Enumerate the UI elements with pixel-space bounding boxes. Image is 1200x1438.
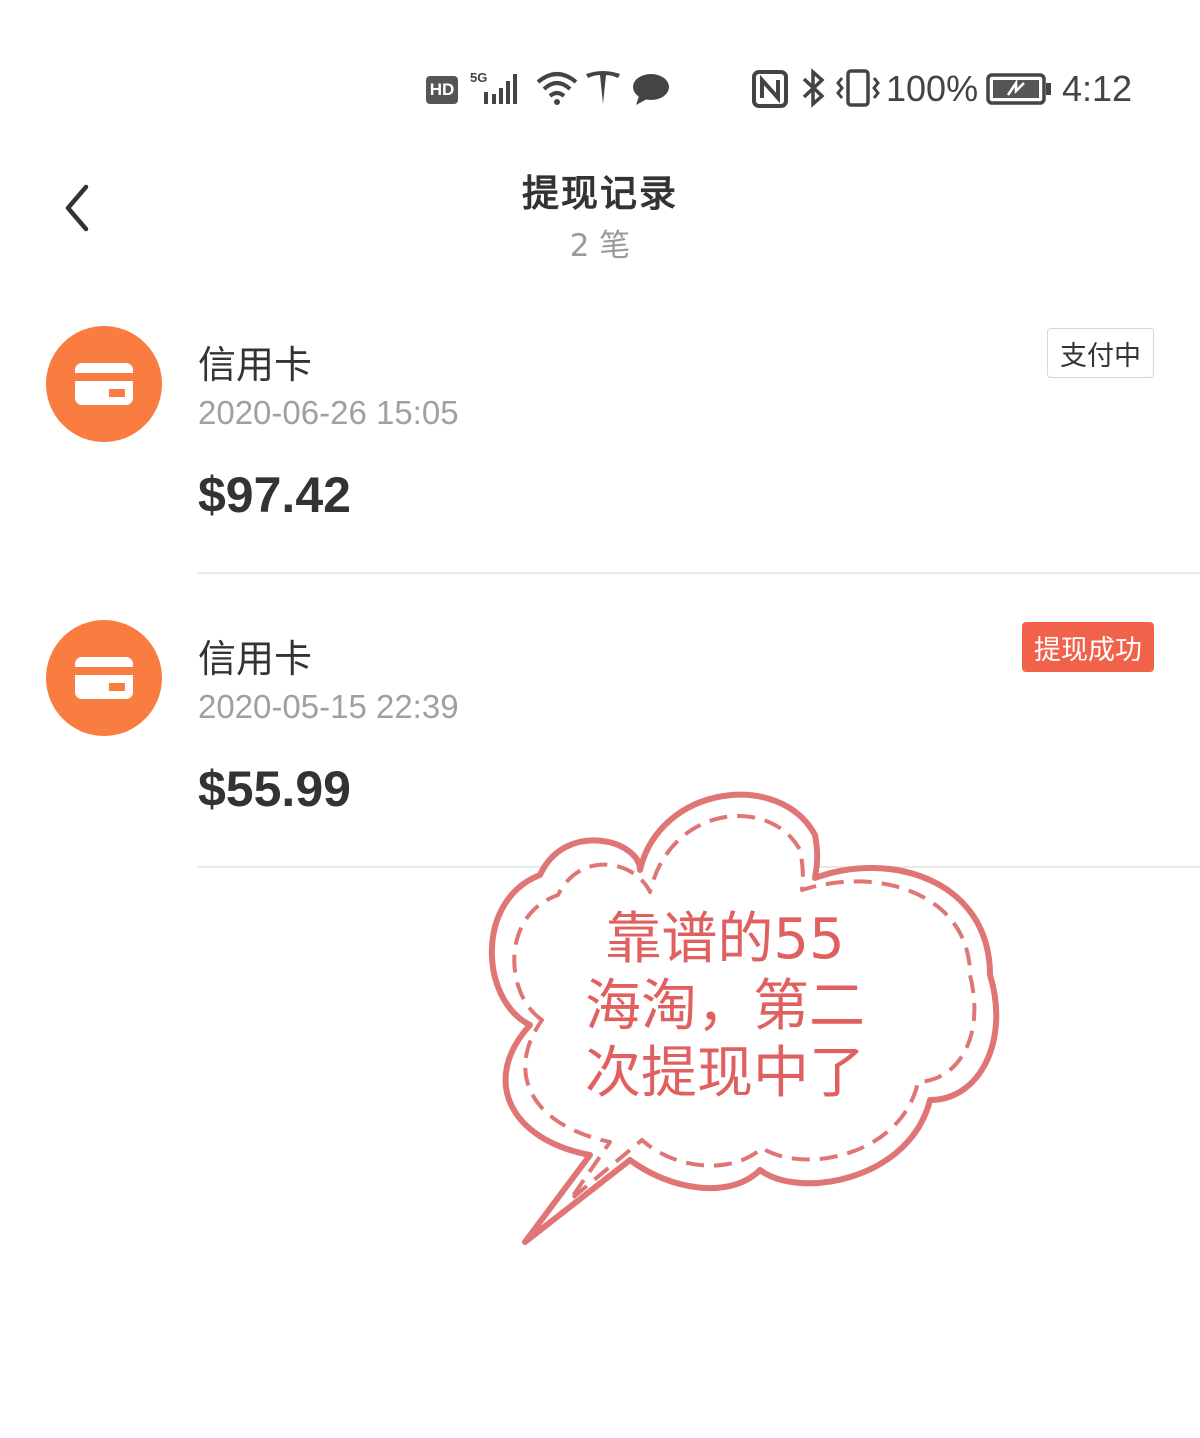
payment-method: 信用卡 [198, 343, 313, 387]
sticker-caption-line: 靠谱的55 [605, 907, 845, 972]
status-badge: 支付中 [1047, 328, 1154, 378]
status-badge: 提现成功 [1022, 622, 1154, 672]
sticker-caption: 靠谱的55 海淘，第二 次提现中了 [560, 906, 890, 1107]
signal-5g-icon: 5G [470, 70, 526, 106]
hd-icon: HD [426, 76, 458, 104]
record-amount: $97.42 [198, 467, 351, 523]
battery-charging-icon [986, 73, 1052, 105]
page-title: 提现记录 [522, 172, 678, 215]
withdrawal-record[interactable]: 信用卡 2020-06-26 15:05 $97.42 支付中 [0, 280, 1200, 574]
record-amount: $55.99 [198, 761, 351, 817]
vibrate-icon [834, 68, 882, 108]
record-count: 2 笔 [569, 228, 631, 264]
status-bar: HD 5G 100% 4:12 [0, 60, 1200, 120]
record-time: 2020-06-26 15:05 [198, 394, 459, 431]
bluetooth-icon [800, 68, 826, 108]
battery-percent: 100% [886, 68, 979, 109]
payment-method: 信用卡 [198, 637, 313, 681]
record-time: 2020-05-15 22:39 [198, 688, 459, 725]
credit-card-icon [46, 326, 162, 442]
sticker-caption-line: 次提现中了 [585, 1041, 865, 1106]
credit-card-icon [46, 620, 162, 736]
message-icon [632, 72, 670, 106]
sticker-caption-line: 海淘，第二 [585, 974, 865, 1039]
tesla-icon [584, 70, 622, 106]
nfc-icon [752, 70, 788, 108]
clock: 4:12 [1062, 68, 1133, 109]
network-label: 5G [470, 70, 487, 85]
wifi-icon [536, 70, 578, 106]
hd-label: HD [429, 80, 455, 99]
